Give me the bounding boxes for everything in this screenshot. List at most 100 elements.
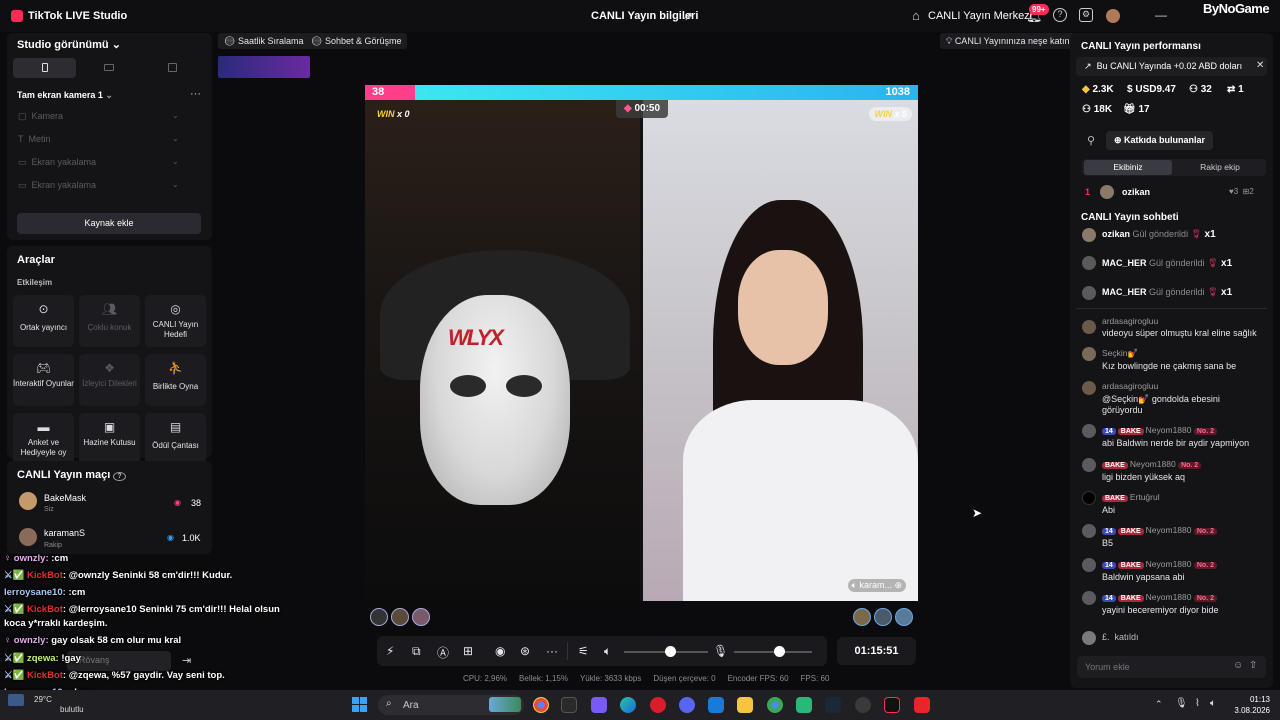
top-gifter-avatar[interactable] — [391, 608, 409, 626]
close-icon[interactable]: ✕ — [1256, 60, 1264, 71]
volume-icon[interactable]: 🔈︎ — [1210, 698, 1216, 709]
volume-slider-knob[interactable] — [665, 646, 676, 657]
landscape-view-button[interactable] — [77, 58, 140, 78]
youtube-icon[interactable] — [914, 697, 930, 713]
viewer-wishes-tool[interactable]: ❖ İzleyici Dilekleri — [79, 354, 140, 406]
add-source-button[interactable]: Kaynak ekle — [17, 213, 201, 234]
task-view-icon[interactable] — [561, 697, 577, 713]
chat-username[interactable]: 14 BAKE Neyom1880 No. 2 — [1102, 592, 1219, 602]
app-icon[interactable] — [796, 697, 812, 713]
chevron-down-icon[interactable]: ⌄ — [172, 157, 179, 166]
chat-username[interactable]: BAKE Ertuğrul — [1102, 492, 1160, 502]
network-icon[interactable]: ⌇ — [1195, 698, 1200, 709]
chevron-down-icon[interactable]: ⌄ — [172, 111, 179, 120]
contributors-button[interactable]: ⊕ Katkıda bulunanlar — [1106, 131, 1214, 150]
home-icon[interactable]: ⌂ — [912, 8, 920, 23]
chrome-icon[interactable] — [533, 697, 549, 713]
hourly-ranking-chip[interactable]: 🟡︎ Saatlik Sıralama — [218, 33, 310, 49]
minimize-button[interactable]: — — [1155, 8, 1167, 22]
help-icon[interactable]: ? — [1053, 8, 1067, 22]
chat-meet-chip[interactable]: 🟡︎ Sohbet & Görüşme — [305, 33, 408, 49]
weather-icon[interactable] — [8, 694, 24, 706]
clock-time[interactable]: 01:13 — [1222, 695, 1270, 704]
speaker-icon[interactable]: 🔈︎ — [604, 644, 611, 659]
treasure-box-tool[interactable]: ▣ Hazine Kutusu — [79, 413, 140, 465]
reward-bag-tool[interactable]: ▤ Ödül Çantası — [145, 413, 206, 465]
source-item[interactable]: T Metin — [18, 134, 51, 144]
edge-icon[interactable] — [620, 697, 636, 713]
poll-tool[interactable]: ▬ Anket ve Hediyeyle oy — [13, 413, 74, 465]
shares-stat: ⇄ 1 — [1227, 84, 1244, 95]
settings-sliders-icon[interactable]: ⚟ — [578, 644, 589, 658]
chat-username[interactable]: BAKE Neyom1880 No. 2 — [1102, 459, 1203, 469]
capture-icon[interactable]: ⊛ — [520, 644, 530, 658]
tab-my-team[interactable]: Ekibiniz — [1084, 160, 1172, 175]
info-icon[interactable]: ? — [113, 472, 126, 481]
microphone-icon[interactable]: 🎙︎ — [713, 644, 728, 658]
microphone-icon[interactable]: 🎙︎ — [1175, 698, 1188, 709]
top-gifter-avatar[interactable] — [853, 608, 871, 626]
portrait-view-button[interactable] — [13, 58, 76, 78]
comment-input[interactable] — [1085, 660, 1225, 674]
discord-icon[interactable] — [679, 697, 695, 713]
steam-icon[interactable] — [825, 697, 841, 713]
folder-icon[interactable] — [737, 697, 753, 713]
weather-temp[interactable]: 29°C — [34, 695, 52, 704]
chat-username[interactable]: 14 BAKE Neyom1880 No. 2 — [1102, 559, 1219, 569]
chat-username[interactable]: Seçkin💅 — [1102, 348, 1138, 359]
dual-view-button[interactable] — [141, 58, 204, 78]
opponent-name-label[interactable]: 🔈︎ karam... ⊕ — [847, 579, 906, 592]
obs-icon[interactable] — [855, 697, 871, 713]
top-gifter-avatar[interactable] — [370, 608, 388, 626]
tray-chevron-icon[interactable]: ⌃ — [1155, 699, 1163, 710]
join-fun-chip[interactable]: 💡︎ CANLI Yayınınıza neşe katın — [940, 33, 1076, 49]
chat-username[interactable]: 14 BAKE Neyom1880 No. 2 — [1102, 425, 1219, 435]
clock-date[interactable]: 3.08.2026 — [1222, 706, 1270, 715]
source-item[interactable]: ▢ Kamera — [18, 111, 63, 122]
magic-wand-icon[interactable]: ⚡︎ — [386, 644, 394, 658]
record-icon[interactable]: ◉ — [495, 644, 505, 658]
tab-rival-team[interactable]: Rakip ekip — [1176, 160, 1264, 175]
mic-slider-knob[interactable] — [774, 646, 785, 657]
co-host-tool[interactable]: ⊙ Ortak yayıncı — [13, 295, 74, 347]
top-gifter-avatar[interactable] — [412, 608, 430, 626]
top-gifter-avatar[interactable] — [874, 608, 892, 626]
chevron-down-icon[interactable]: ⌄ — [172, 134, 179, 143]
chat-username[interactable]: 14 BAKE Neyom1880 No. 2 — [1102, 525, 1219, 535]
more-icon[interactable]: ··· — [546, 644, 558, 658]
opera-icon[interactable] — [650, 697, 666, 713]
live-center-link[interactable]: CANLI Yayın Merkezi — [928, 10, 1032, 22]
windows-start-icon[interactable] — [352, 697, 368, 713]
person-add-icon[interactable]: ⚲ — [1087, 134, 1095, 147]
chat-username[interactable]: ardasagirogluu — [1102, 316, 1158, 326]
more-icon[interactable]: ··· — [190, 88, 201, 100]
mail-icon[interactable] — [708, 697, 724, 713]
avatar-effect-icon[interactable]: Ⓐ — [437, 644, 449, 661]
event-banner[interactable] — [218, 56, 310, 78]
multi-guest-tool[interactable]: 👥︎ Çoklu konuk — [79, 295, 140, 347]
avatar[interactable] — [1106, 9, 1120, 23]
chat-username[interactable]: ardasagirogluu — [1102, 381, 1158, 391]
chevron-down-icon[interactable]: ⌄ — [172, 180, 179, 189]
source-item[interactable]: ▭ Ekran yakalama — [18, 157, 96, 168]
live-goal-tool[interactable]: ◎ CANLI Yayın Hedefi — [145, 295, 206, 347]
share-icon[interactable]: ⇗ — [683, 9, 693, 23]
play-together-tool[interactable]: ⛹ Birlikte Oyna — [145, 354, 206, 406]
add-scene-icon[interactable]: ⊞ — [463, 644, 473, 658]
weather-desc[interactable]: bulutlu — [60, 705, 84, 714]
gear-icon[interactable]: ⚙ — [1079, 8, 1093, 22]
top-gifter-avatar[interactable] — [895, 608, 913, 626]
studio-view-label[interactable]: Studio görünümü ⌄ — [17, 38, 121, 51]
teams-icon[interactable] — [591, 697, 607, 713]
interactive-games-tool[interactable]: 🎮︎ İnteraktif Oyunlar — [13, 354, 74, 406]
tiktok-icon[interactable] — [884, 697, 900, 713]
scene-selector[interactable]: Tam ekran kamera 1 ⌄ — [17, 90, 113, 101]
effects-icon[interactable]: ⧉ — [412, 644, 421, 659]
emoji-icon[interactable]: ☺ — [1233, 660, 1243, 671]
chrome-profile-icon[interactable] — [767, 697, 783, 713]
exit-icon[interactable]: ⇥ — [182, 654, 191, 667]
source-item[interactable]: ▭ Ekran yakalama — [18, 180, 96, 191]
mic-slider[interactable] — [734, 651, 812, 653]
rematch-button[interactable]: Rövanş — [67, 651, 171, 671]
send-icon[interactable]: ⇧ — [1249, 660, 1257, 671]
